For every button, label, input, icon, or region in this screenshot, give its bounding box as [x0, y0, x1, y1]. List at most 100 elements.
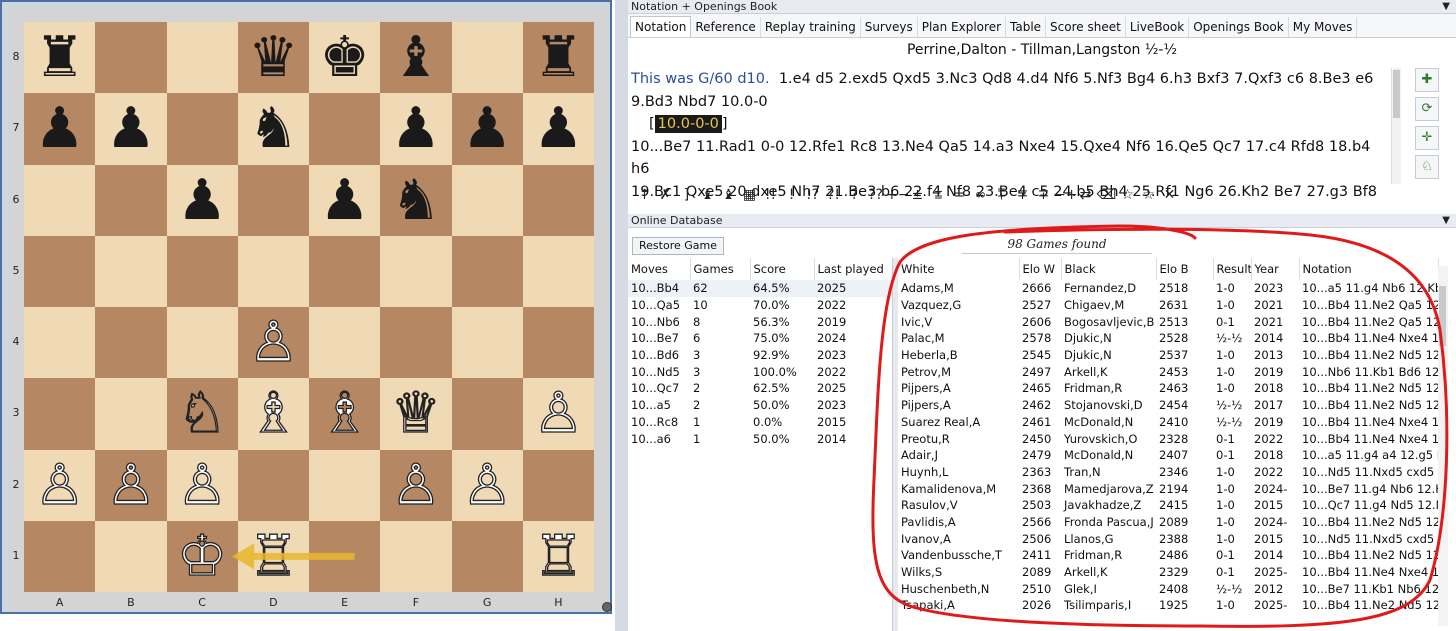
piece-d1[interactable]: ♖ [238, 521, 309, 592]
piece-b2[interactable]: ♙ [95, 450, 166, 521]
annotation-symbol-button[interactable]: ⇄ [1075, 184, 1096, 206]
square-b3[interactable] [95, 378, 167, 450]
square-c8[interactable] [166, 22, 238, 94]
square-b5[interactable] [95, 235, 167, 307]
annotation-symbol-button[interactable]: ⩲ [928, 184, 949, 206]
annotation-symbol-button[interactable]: ⌫ [1096, 184, 1117, 206]
annotation-symbol-button[interactable]: ▦ [739, 184, 760, 206]
moves-line-2[interactable]: 9.Bd3 Nbd7 10.0-0 [631, 91, 1388, 114]
square-g1[interactable] [451, 520, 523, 592]
square-a1[interactable] [24, 520, 96, 592]
square-f5[interactable] [380, 235, 452, 307]
square-h4[interactable] [522, 307, 594, 379]
piece-e6[interactable]: ♟ [309, 165, 380, 236]
square-g8[interactable] [451, 22, 523, 94]
annotation-symbol-button[interactable]: ?! [823, 184, 844, 206]
panel-menu-icon[interactable]: ▼ [1442, 0, 1450, 14]
game-row[interactable]: Kamalidenova,M 2368 Mamedjarova,Z 2194 1-0 20… [898, 480, 1438, 497]
game-row[interactable]: Petrov,M 2497 Arkell,K 2453 1-0 2019 10...Nb6 … [898, 363, 1438, 380]
square-e1[interactable] [309, 520, 381, 592]
piece-f6[interactable]: ♞ [380, 165, 451, 236]
piece-g7[interactable]: ♟ [452, 93, 523, 164]
move-stat-row[interactable]: 10...Bd6 3 92.9% 2023 [628, 347, 892, 364]
annotation-symbol-button[interactable]: +− [886, 184, 909, 206]
annotation-symbol-button[interactable]: ⩱ [991, 184, 1012, 206]
piece-h7[interactable]: ♟ [523, 93, 594, 164]
piece-h8[interactable]: ♜ [523, 22, 594, 93]
engine-add-icon[interactable]: ✚ [1415, 68, 1439, 92]
annotation-symbol-button[interactable]: ? [844, 184, 865, 206]
moves-line-1[interactable]: 1.e4 d5 2.exd5 Qxd5 3.Nc3 Qd8 4.d4 Nf6 5… [779, 71, 1374, 87]
piece-h1[interactable]: ♖ [523, 521, 594, 592]
square-a5[interactable] [24, 235, 96, 307]
piece-d3[interactable]: ♗ [238, 378, 309, 449]
piece-f3[interactable]: ♕ [380, 378, 451, 449]
tab-livebook[interactable]: LiveBook [1126, 17, 1190, 37]
annotation-symbol-button[interactable]: ?? [865, 184, 886, 206]
square-e5[interactable] [309, 235, 381, 307]
game-row[interactable]: Palac,M 2578 Djukic,N 2528 ½-½ 2014 10...Bb4 1… [898, 330, 1438, 347]
tab-my-moves[interactable]: My Moves [1289, 17, 1358, 37]
square-g3[interactable] [451, 378, 523, 450]
square-c4[interactable] [166, 307, 238, 379]
piece-d8[interactable]: ♛ [238, 22, 309, 93]
annotation-symbol-button[interactable]: −+ [1054, 184, 1077, 206]
square-h5[interactable] [522, 235, 594, 307]
tab-plan-explorer[interactable]: Plan Explorer [918, 17, 1007, 37]
moves-line-3[interactable]: 10...Be7 11.Rad1 0-0 12.Rfe1 Rc8 13.Ne4 … [631, 136, 1388, 181]
piece-d7[interactable]: ♞ [238, 93, 309, 164]
square-c7[interactable] [166, 93, 238, 165]
square-f1[interactable] [380, 520, 452, 592]
engine-arrows-icon[interactable]: ✛ [1415, 126, 1439, 150]
pane-splitter[interactable] [615, 0, 628, 631]
piece-c2[interactable]: ♙ [167, 450, 238, 521]
tab-reference[interactable]: Reference [691, 17, 761, 37]
annotation-symbol-button[interactable]: ♝ [697, 184, 718, 206]
tab-notation[interactable]: Notation [630, 16, 692, 37]
piece-a2[interactable]: ♙ [24, 450, 95, 521]
games-header-notation[interactable]: Notation [1299, 258, 1439, 280]
game-row[interactable]: Pijpers,A 2465 Fridman,R 2463 1-0 2018 10...Bb… [898, 380, 1438, 397]
tab-openings-book[interactable]: Openings Book [1189, 17, 1289, 37]
game-row[interactable]: Heberla,B 2545 Djukic,N 2537 1-0 2013 10...Bb4… [898, 347, 1438, 364]
moves-header-last-played[interactable]: Last played [814, 258, 893, 280]
square-a6[interactable] [24, 164, 96, 236]
piece-b7[interactable]: ♟ [95, 93, 166, 164]
piece-c1[interactable]: ♔ [167, 521, 238, 592]
piece-c6[interactable]: ♟ [167, 165, 238, 236]
tab-score-sheet[interactable]: Score sheet [1046, 17, 1126, 37]
game-row[interactable]: Pijpers,A 2462 Stojanovski,D 2454 ½-½ 2017 10.… [898, 397, 1438, 414]
engine-piece-icon[interactable]: ♘ [1415, 155, 1439, 179]
piece-f2[interactable]: ♙ [380, 450, 451, 521]
move-stat-row[interactable]: 10...Bb4 62 64.5% 2025 [628, 280, 892, 297]
move-stat-row[interactable]: 10...a6 1 50.0% 2014 [628, 430, 892, 447]
tab-table[interactable]: Table [1006, 17, 1047, 37]
square-h2[interactable] [522, 449, 594, 521]
square-e7[interactable] [309, 93, 381, 165]
game-row[interactable]: Huschenbeth,N 2510 Glek,I 2408 ½-½ 2012 10...B… [898, 580, 1438, 597]
annotation-symbol-button[interactable]: ☆ [1117, 184, 1138, 206]
game-row[interactable]: Tsapaki,A 2026 Tsilimparis,I 1925 1-0 2025- 10… [898, 597, 1438, 614]
game-row[interactable]: Huynh,L 2363 Tran,N 2346 1-0 2022 10...Nd5 11.… [898, 464, 1438, 481]
scroll-thumb[interactable] [1393, 70, 1400, 118]
notation-scrollbar[interactable] [1391, 68, 1401, 184]
moves-header-games[interactable]: Games [690, 258, 751, 280]
annotation-symbol-button[interactable]: ± [907, 184, 928, 206]
piece-a7[interactable]: ♟ [24, 93, 95, 164]
game-row[interactable]: Rasulov,V 2503 Javakhadze,Z 2415 1-0 2015 10..… [898, 497, 1438, 514]
games-scrollbar[interactable] [1438, 266, 1448, 626]
tab-surveys[interactable]: Surveys [861, 17, 918, 37]
restore-game-button[interactable]: Restore Game [632, 237, 724, 255]
annotation-symbol-button[interactable]: ∞ [970, 184, 991, 206]
move-stat-row[interactable]: 10...Nd5 3 100.0% 2022 [628, 363, 892, 380]
square-d5[interactable] [237, 235, 309, 307]
square-b6[interactable] [95, 164, 167, 236]
annotation-symbol-button[interactable]: = [949, 184, 970, 206]
piece-e3[interactable]: ♗ [309, 378, 380, 449]
game-row[interactable]: Adair,J 2479 McDonald,N 2407 0-1 2018 10...a5 … [898, 447, 1438, 464]
game-row[interactable]: Pavlidis,A 2566 Fronda Pascua,J 2089 1-0 2024… [898, 514, 1438, 531]
engine-cycle-icon[interactable]: ⟳ [1415, 97, 1439, 121]
scroll-thumb[interactable] [1439, 286, 1446, 346]
annotation-symbol-button[interactable]: !! [760, 184, 781, 206]
games-header-white[interactable]: White [898, 258, 1020, 280]
